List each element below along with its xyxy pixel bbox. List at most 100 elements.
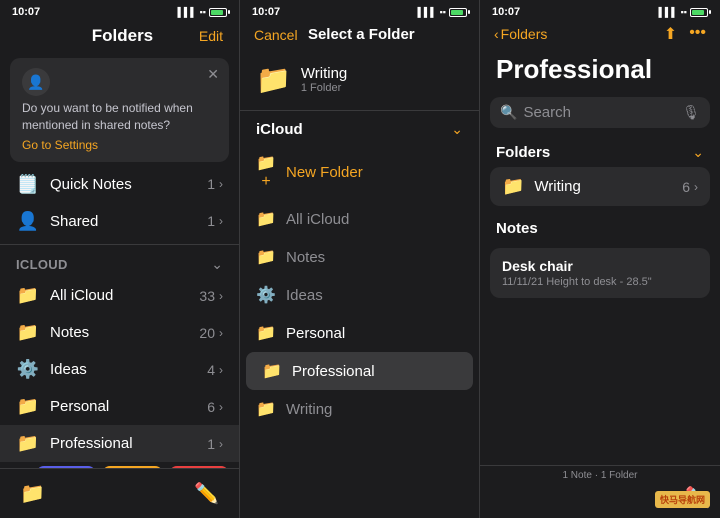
quick-notes-count: 1 — [207, 176, 215, 192]
folders-chevron-3[interactable]: ⌄ — [692, 144, 704, 161]
share-icon-3[interactable]: ⬆ — [664, 24, 677, 44]
panel1-bottom-toolbar: 📁 ✏️ — [0, 468, 239, 518]
folders-section-header-3: Folders ⌄ — [480, 140, 720, 167]
status-bar-3: 10:07 ▌▌▌ ▪▪ — [480, 0, 720, 22]
folders-section-label-3: Folders — [496, 144, 550, 161]
notification-text: Do you want to be notified when mentione… — [22, 100, 217, 134]
select-folder-title: Select a Folder — [308, 26, 415, 43]
search-placeholder-text: Search — [523, 104, 682, 121]
writing-folder-item[interactable]: 📁 Writing 6 › — [490, 167, 710, 206]
time-1: 10:07 — [12, 6, 40, 18]
all-icloud-icon-2: 📁 — [256, 209, 276, 229]
notes-section-label-3: Notes — [496, 220, 538, 237]
back-header: ‹ Folders ⬆ ••• — [480, 22, 720, 50]
folder-item-notes[interactable]: 📁 Notes 20 › — [0, 314, 239, 351]
ideas-icon: ⚙️ — [16, 359, 40, 380]
select-list: 📁+ New Folder 📁 All iCloud 📁 Notes ⚙️ Id… — [240, 144, 479, 518]
selected-folder-preview: 📁 Writing 1 Folder — [240, 53, 479, 111]
edit-button[interactable]: Edit — [199, 28, 223, 44]
compose-button[interactable]: ✏️ — [194, 481, 219, 506]
select-item-ideas[interactable]: ⚙️ Ideas — [240, 276, 479, 314]
shared-chevron: › — [219, 214, 223, 228]
back-button[interactable]: ‹ Folders — [494, 26, 547, 42]
shared-label: Shared — [50, 213, 207, 230]
select-item-all-icloud[interactable]: 📁 All iCloud — [240, 200, 479, 238]
quick-notes-label: Quick Notes — [50, 176, 207, 193]
notif-avatar: 👤 — [22, 68, 50, 96]
select-item-professional[interactable]: 📁 Professional — [246, 352, 473, 390]
status-bar-1: 10:07 ▌▌▌ ▪▪ — [0, 0, 239, 22]
new-folder-button[interactable]: 📁 — [20, 481, 45, 506]
icloud-section-header: iCloud ⌄ — [0, 248, 239, 277]
status-icons-2: ▌▌▌ ▪▪ — [417, 7, 467, 17]
battery-icon-2 — [449, 8, 467, 17]
select-item-notes[interactable]: 📁 Notes — [240, 238, 479, 276]
ideas-icon-2: ⚙️ — [256, 285, 276, 305]
icloud-chevron-2[interactable]: ⌄ — [451, 121, 463, 138]
writing-label: Writing — [286, 401, 332, 418]
status-bar-2: 10:07 ▌▌▌ ▪▪ — [240, 0, 479, 22]
signal-icon-2: ▌▌▌ — [417, 7, 436, 17]
writing-folder-chevron: › — [694, 180, 698, 194]
time-2: 10:07 — [252, 6, 280, 18]
more-icon-3[interactable]: ••• — [689, 24, 706, 44]
ideas-label-2: Ideas — [286, 287, 323, 304]
personal-icon: 📁 — [16, 396, 40, 417]
notification-close-button[interactable]: ✕ — [207, 66, 219, 83]
preview-folder-name: Writing — [301, 65, 347, 82]
battery-icon — [209, 8, 227, 17]
professional-count: 1 — [207, 436, 215, 452]
professional-icon: 📁 — [16, 433, 40, 454]
panel-professional: 10:07 ▌▌▌ ▪▪ ‹ Folders ⬆ ••• Professiona… — [480, 0, 720, 518]
all-icloud-label: All iCloud — [50, 287, 199, 304]
all-icloud-label-2: All iCloud — [286, 211, 349, 228]
folder-item-all-icloud[interactable]: 📁 All iCloud 33 › — [0, 277, 239, 314]
icloud-collapse-button[interactable]: ⌄ — [211, 256, 223, 273]
professional-label: Professional — [50, 435, 207, 452]
go-to-settings-link[interactable]: Go to Settings — [22, 138, 217, 152]
folder-item-ideas[interactable]: ⚙️ Ideas 4 › — [0, 351, 239, 388]
panel-header-1: Folders Edit — [0, 22, 239, 54]
notes-label-2: Notes — [286, 249, 325, 266]
folder-item-quick-notes[interactable]: 🗒️ Quick Notes 1 › — [0, 166, 239, 203]
folder-item-professional[interactable]: 📁 Professional 1 › — [0, 425, 239, 462]
personal-chevron: › — [219, 400, 223, 414]
writing-folder-label: Writing — [534, 178, 682, 195]
notes-icon-2: 📁 — [256, 247, 276, 267]
search-bar[interactable]: 🔍 Search 🎙 — [490, 97, 710, 128]
avatar-icon: 👤 — [27, 74, 44, 91]
writing-icon: 📁 — [256, 399, 276, 419]
shared-icon: 👤 — [16, 211, 40, 232]
mic-icon[interactable]: 🎙 — [682, 104, 700, 121]
wifi-icon-2: ▪▪ — [440, 7, 446, 17]
personal-label: Personal — [50, 398, 207, 415]
notes-label: Notes — [50, 324, 199, 341]
all-icloud-icon: 📁 — [16, 285, 40, 306]
panel-select-folder: 10:07 ▌▌▌ ▪▪ Cancel Select a Folder 📁 Wr… — [240, 0, 480, 518]
panel-folders: 10:07 ▌▌▌ ▪▪ Folders Edit 👤 ✕ Do you wan… — [0, 0, 240, 518]
wifi-icon: ▪▪ — [200, 7, 206, 17]
new-folder-icon: 📁+ — [256, 153, 276, 191]
folder-item-personal[interactable]: 📁 Personal 6 › — [0, 388, 239, 425]
notes-chevron: › — [219, 326, 223, 340]
all-icloud-count: 33 — [199, 288, 215, 304]
select-item-personal[interactable]: 📁 Personal — [240, 314, 479, 352]
folder-item-shared[interactable]: 👤 Shared 1 › — [0, 203, 239, 240]
time-3: 10:07 — [492, 6, 520, 18]
new-folder-item[interactable]: 📁+ New Folder — [240, 144, 479, 200]
new-folder-label: New Folder — [286, 164, 363, 181]
note-card[interactable]: Desk chair 11/11/21 Height to desk - 28.… — [490, 248, 710, 298]
status-icons-3: ▌▌▌ ▪▪ — [658, 7, 708, 17]
signal-icon-3: ▌▌▌ — [658, 7, 677, 17]
cancel-button[interactable]: Cancel — [254, 27, 298, 43]
note-title: Desk chair — [502, 258, 698, 274]
ideas-label: Ideas — [50, 361, 207, 378]
notification-banner: 👤 ✕ Do you want to be notified when ment… — [10, 58, 229, 162]
footer-info: 1 Note · 1 Folder — [490, 470, 710, 481]
battery-icon-3 — [690, 8, 708, 17]
back-label: Folders — [501, 26, 548, 42]
all-icloud-chevron: › — [219, 289, 223, 303]
select-item-writing[interactable]: 📁 Writing — [240, 390, 479, 428]
signal-icon: ▌▌▌ — [177, 7, 196, 17]
notes-count: 20 — [199, 325, 215, 341]
